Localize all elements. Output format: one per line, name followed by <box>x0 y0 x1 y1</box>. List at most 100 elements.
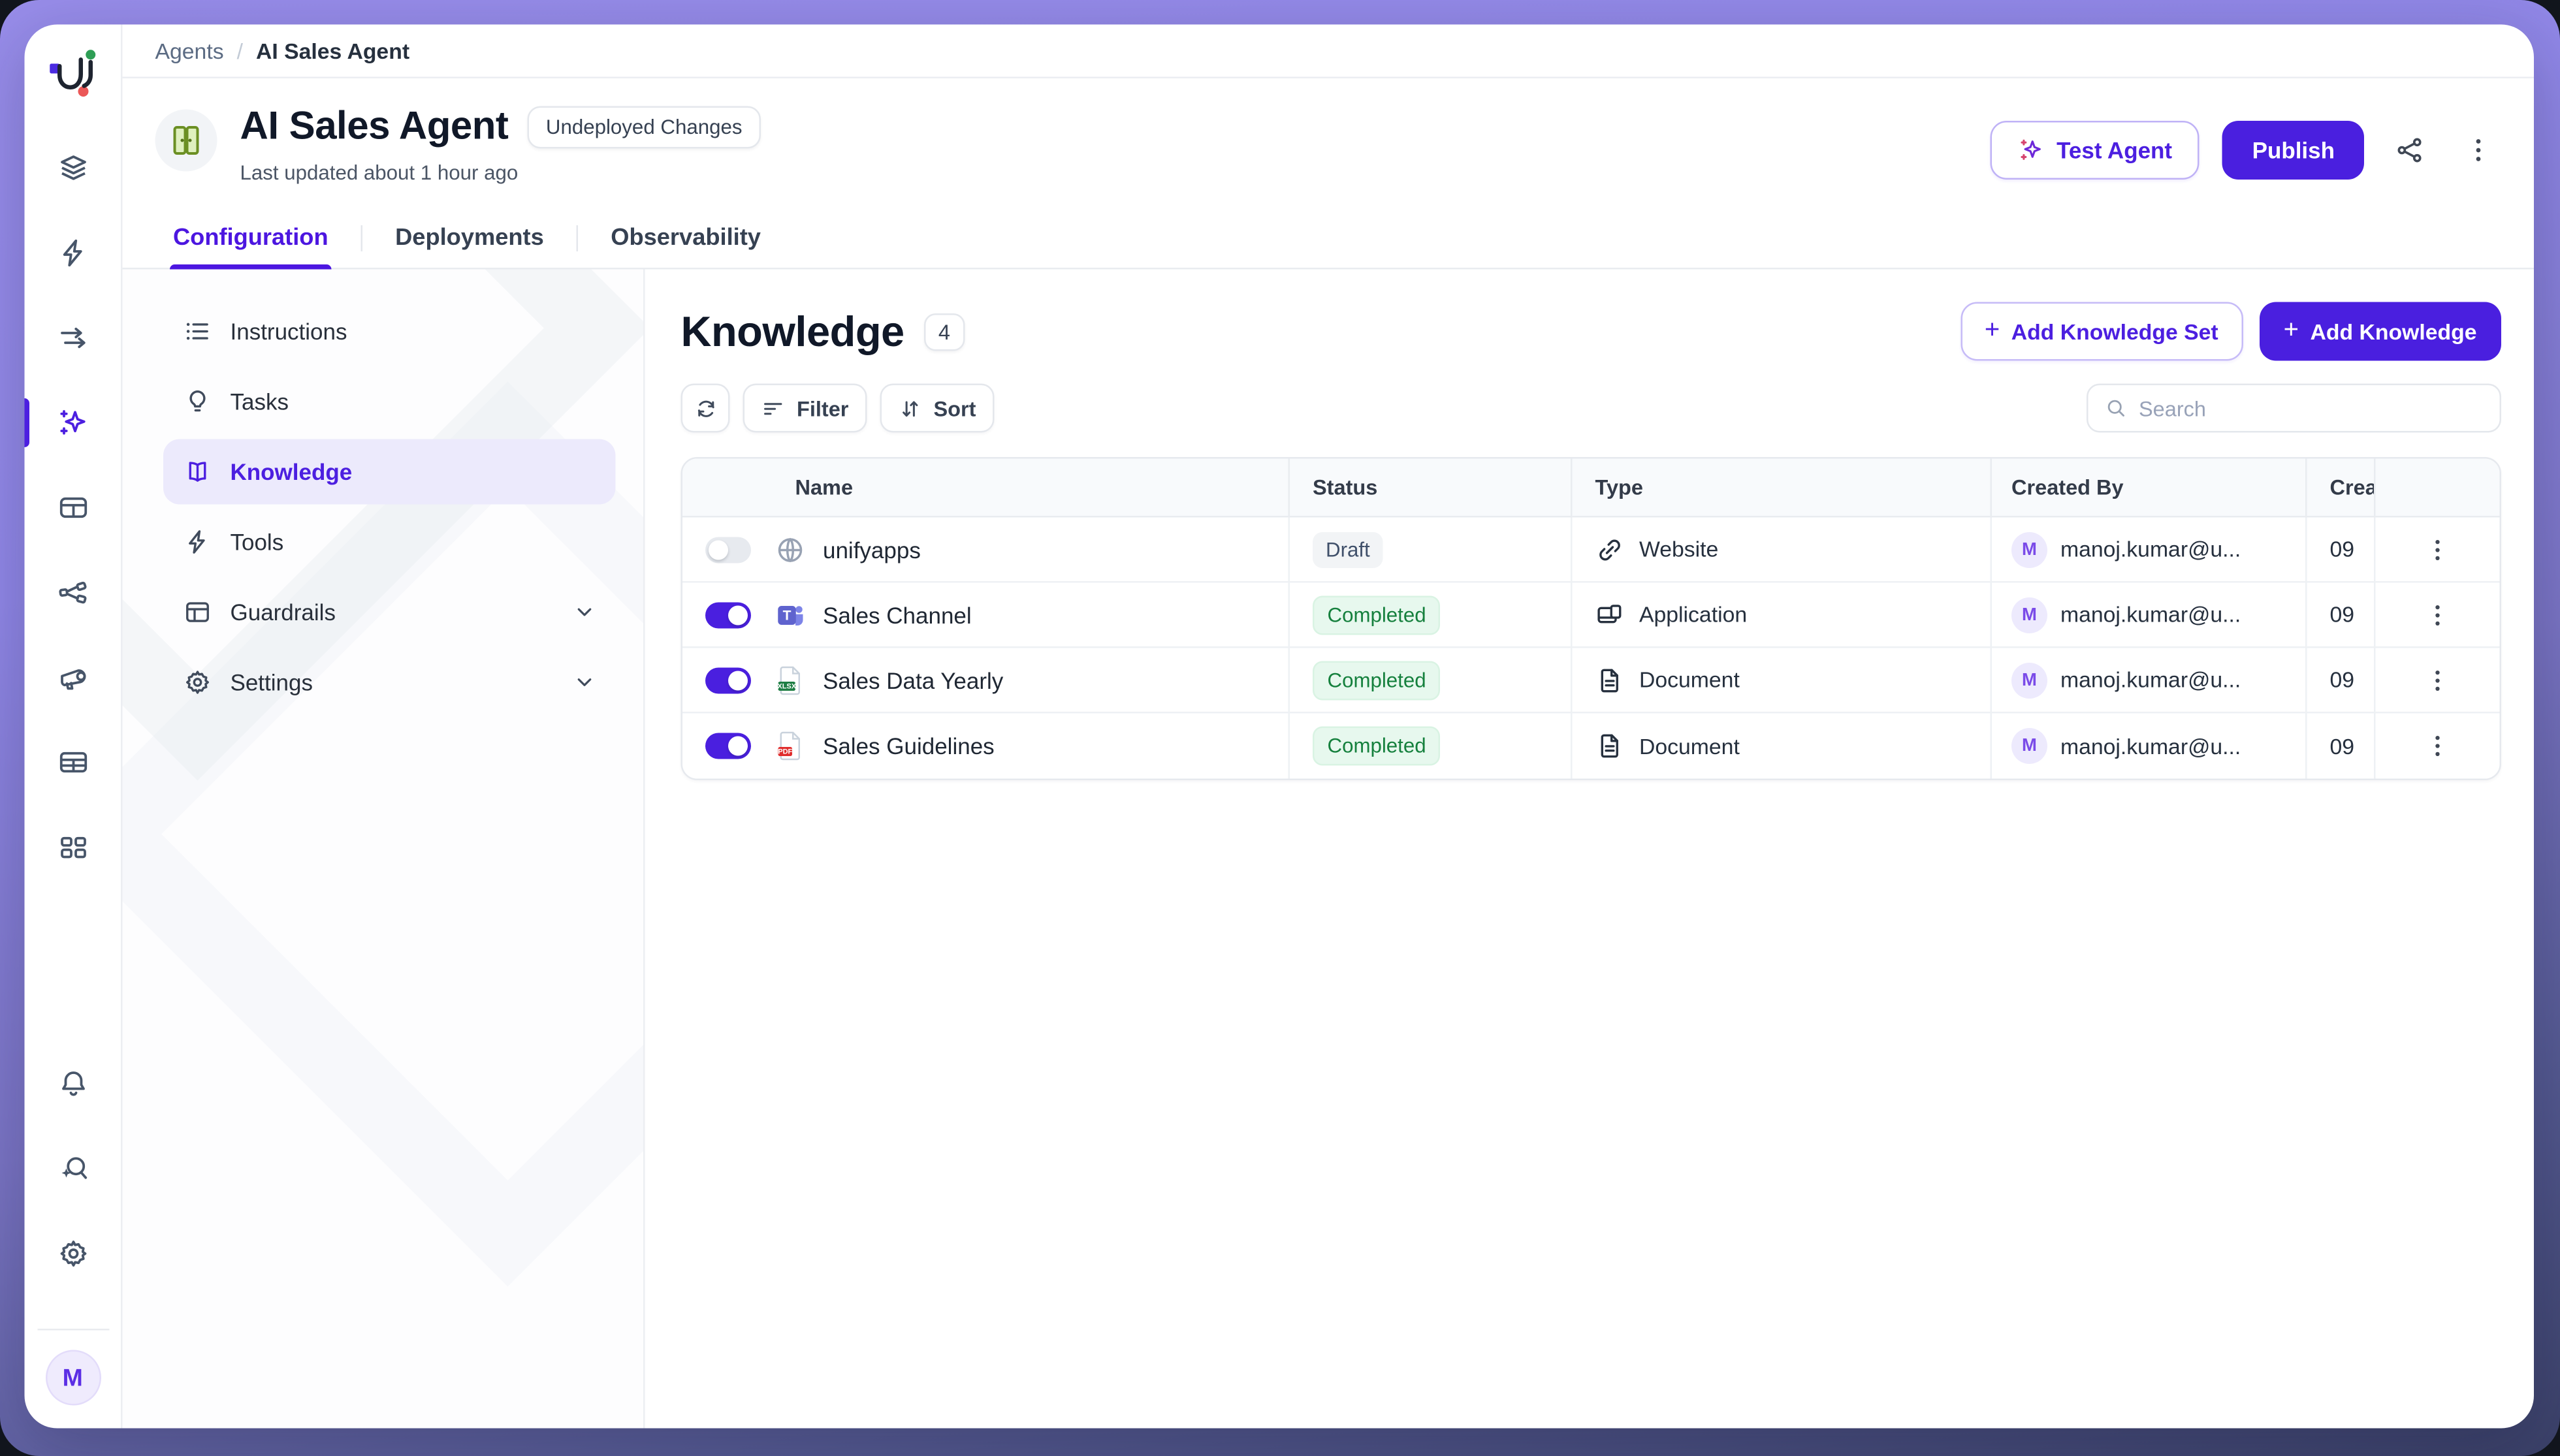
knowledge-panel: Knowledge 4 + Add Knowledge Set + Add Kn… <box>645 270 2535 1429</box>
type-cell: Document <box>1573 714 1992 779</box>
creator-email: manoj.kumar@u... <box>2060 537 2241 562</box>
chevron-down-icon <box>573 671 596 694</box>
creator-avatar: M <box>2011 597 2047 633</box>
name-cell: PDF Sales Guidelines <box>682 714 1290 779</box>
bolt-icon[interactable] <box>43 227 102 279</box>
status-badge: Completed <box>1313 727 1441 766</box>
sort-button[interactable]: Sort <box>880 384 994 433</box>
table-row[interactable]: T Sales Channel Completed Application <box>682 583 2500 648</box>
add-knowledge-set-button[interactable]: + Add Knowledge Set <box>1960 302 2243 361</box>
megaphone-icon[interactable] <box>43 652 102 704</box>
agent-icon <box>155 110 217 172</box>
gear-icon[interactable] <box>43 1227 102 1280</box>
table-icon[interactable] <box>43 736 102 789</box>
svg-text:XLSX: XLSX <box>777 682 796 689</box>
icon-rail: M <box>25 25 123 1429</box>
breadcrumb-separator: / <box>237 39 243 63</box>
subnav-item-guardrails[interactable]: Guardrails <box>163 580 616 645</box>
bolt-icon <box>183 528 212 557</box>
table-row[interactable]: unifyapps Draft Website M <box>682 518 2500 583</box>
publish-button[interactable]: Publish <box>2223 121 2364 180</box>
table-row[interactable]: PDF Sales Guidelines Completed Document <box>682 714 2500 779</box>
breadcrumb: Agents / AI Sales Agent <box>123 25 2535 79</box>
list-icon <box>183 317 212 346</box>
open-book-icon <box>183 457 212 486</box>
tab-divider <box>361 225 363 251</box>
knowledge-enabled-toggle[interactable] <box>705 601 751 627</box>
add-knowledge-button[interactable]: + Add Knowledge <box>2259 302 2501 361</box>
page-title: AI Sales Agent <box>240 104 509 150</box>
panel-layout-icon[interactable] <box>43 482 102 534</box>
ai-search-icon[interactable] <box>43 1143 102 1195</box>
plus-icon: + <box>2284 319 2299 345</box>
workflow-arrows-icon[interactable] <box>43 312 102 364</box>
page-header: AI Sales Agent Undeployed Changes Last u… <box>123 78 2535 208</box>
share-network-icon[interactable] <box>43 567 102 619</box>
status-badge: Completed <box>1313 595 1441 634</box>
share-icon[interactable] <box>2387 127 2433 173</box>
unifyapps-logo-icon[interactable] <box>45 44 101 100</box>
row-actions-kebab-icon[interactable] <box>2415 723 2461 769</box>
subnav-item-knowledge[interactable]: Knowledge <box>163 439 616 505</box>
tab-configuration[interactable]: Configuration <box>170 208 332 268</box>
column-header-name: Name <box>682 459 1290 516</box>
type-cell: Website <box>1573 518 1992 582</box>
globe-icon <box>774 533 807 565</box>
row-actions-kebab-icon[interactable] <box>2415 526 2461 572</box>
created-at-cell: 09 <box>2307 648 2376 712</box>
knowledge-enabled-toggle[interactable] <box>705 667 751 693</box>
knowledge-enabled-toggle[interactable] <box>705 536 751 562</box>
knowledge-enabled-toggle[interactable] <box>705 733 751 759</box>
apps-grid-icon[interactable] <box>43 821 102 874</box>
agent-tabs: Configuration Deployments Observability <box>123 208 2535 270</box>
knowledge-actions: + Add Knowledge Set + Add Knowledge <box>1960 302 2501 361</box>
layers-icon[interactable] <box>43 142 102 195</box>
tab-observability[interactable]: Observability <box>607 208 764 268</box>
config-subnav: Instructions Tasks Knowledge Tools <box>123 270 645 1429</box>
row-actions-kebab-icon[interactable] <box>2415 592 2461 637</box>
user-avatar[interactable]: M <box>45 1350 101 1406</box>
created-by-cell: M manoj.kumar@u... <box>1992 583 2307 647</box>
test-agent-button[interactable]: Test Agent <box>1990 121 2200 180</box>
column-header-created-by: Created By <box>1992 459 2307 516</box>
type-cell: Document <box>1573 648 1992 712</box>
knowledge-toolbar: Filter Sort <box>681 384 2502 433</box>
svg-text:T: T <box>783 607 792 622</box>
xlsx-file-icon: XLSX <box>774 663 807 696</box>
link-icon <box>1595 535 1625 564</box>
subnav-item-tools[interactable]: Tools <box>163 509 616 575</box>
status-cell: Completed <box>1290 583 1573 647</box>
document-icon <box>1595 665 1625 695</box>
desktop-backdrop: M Agents / AI Sales Agent <box>0 0 2560 1456</box>
created-by-cell: M manoj.kumar@u... <box>1992 714 2307 779</box>
type-label: Website <box>1639 537 1718 562</box>
sort-arrows-icon <box>897 396 922 420</box>
knowledge-name: Sales Channel <box>823 601 972 627</box>
ai-agents-sparkle-icon[interactable] <box>43 397 102 449</box>
knowledge-name: Sales Guidelines <box>823 733 995 759</box>
breadcrumb-agents-link[interactable]: Agents <box>155 39 224 63</box>
knowledge-name: unifyapps <box>823 536 921 562</box>
subnav-item-settings[interactable]: Settings <box>163 650 616 715</box>
type-label: Document <box>1639 734 1740 759</box>
knowledge-title: Knowledge <box>681 306 904 357</box>
configuration-body: Instructions Tasks Knowledge Tools <box>123 270 2535 1429</box>
table-row[interactable]: XLSX Sales Data Yearly Completed Documen <box>682 648 2500 714</box>
actions-cell <box>2376 518 2500 582</box>
knowledge-header: Knowledge 4 + Add Knowledge Set + Add Kn… <box>681 302 2502 361</box>
last-updated-text: Last updated about 1 hour ago <box>240 162 760 185</box>
subnav-item-tasks[interactable]: Tasks <box>163 369 616 434</box>
search-icon <box>2105 397 2128 420</box>
search-input[interactable] <box>2139 396 2484 420</box>
refresh-button[interactable] <box>681 384 730 433</box>
subnav-label: Tasks <box>231 388 289 415</box>
column-header-actions <box>2376 459 2500 516</box>
created-at-cell: 09 <box>2307 714 2376 779</box>
more-options-kebab-icon[interactable] <box>2456 127 2501 173</box>
tab-deployments[interactable]: Deployments <box>392 208 547 268</box>
application-icon <box>1595 600 1625 629</box>
bell-icon[interactable] <box>43 1058 102 1110</box>
subnav-item-instructions[interactable]: Instructions <box>163 299 616 364</box>
filter-button[interactable]: Filter <box>743 384 867 433</box>
row-actions-kebab-icon[interactable] <box>2415 657 2461 703</box>
